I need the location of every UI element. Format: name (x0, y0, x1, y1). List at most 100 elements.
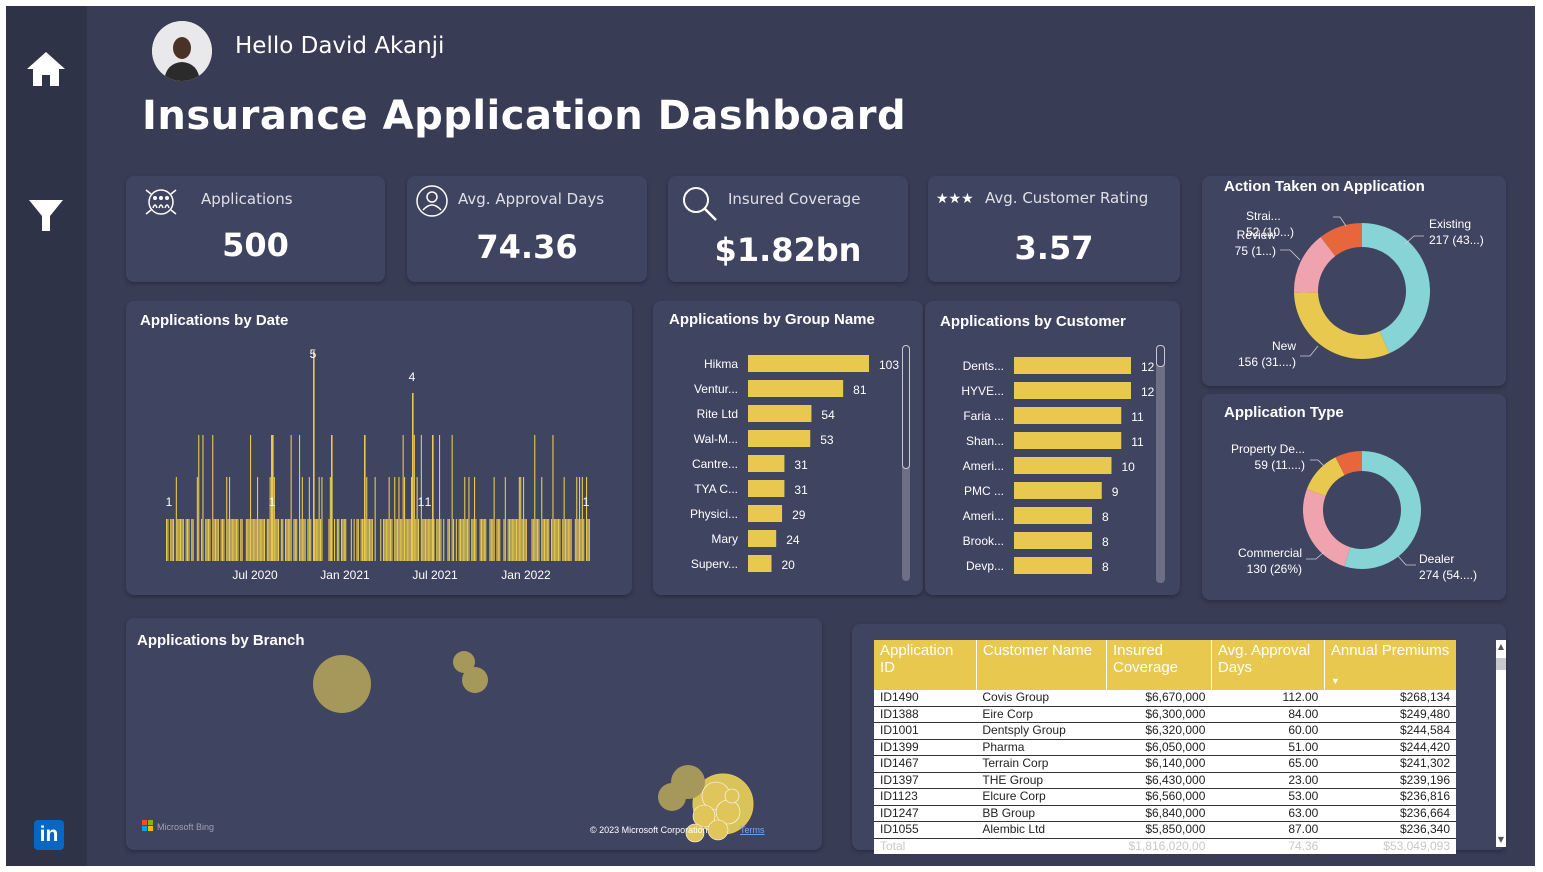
date-bar[interactable] (192, 519, 194, 561)
date-bar[interactable] (296, 519, 298, 561)
date-bar[interactable] (191, 519, 193, 561)
date-bar[interactable] (227, 519, 229, 561)
date-bar[interactable] (180, 519, 182, 561)
column-header[interactable]: Customer Name (976, 640, 1107, 690)
bar[interactable] (748, 430, 811, 447)
date-bar[interactable] (492, 519, 494, 561)
date-bar[interactable] (385, 519, 387, 561)
date-bar[interactable] (166, 519, 168, 561)
date-bar[interactable] (489, 519, 491, 561)
date-bar[interactable] (542, 519, 544, 561)
date-bar[interactable] (493, 477, 495, 561)
date-bar[interactable] (406, 519, 408, 561)
date-bar[interactable] (290, 435, 292, 561)
date-bar[interactable] (399, 519, 401, 561)
date-bar[interactable] (569, 519, 571, 561)
date-bar[interactable] (241, 519, 243, 561)
date-bar[interactable] (453, 519, 455, 561)
date-bar[interactable] (552, 435, 554, 561)
date-bar[interactable] (525, 519, 527, 561)
scrollbar-thumb[interactable] (1156, 345, 1165, 367)
date-bar[interactable] (384, 519, 386, 561)
date-bar[interactable] (425, 519, 427, 561)
date-bar[interactable] (259, 519, 261, 561)
date-bar[interactable] (544, 519, 546, 561)
date-bar[interactable] (229, 477, 231, 561)
date-bar[interactable] (503, 519, 505, 561)
date-bar[interactable] (280, 519, 282, 561)
scroll-up-icon[interactable]: ▲ (1496, 640, 1506, 654)
date-bar[interactable] (308, 477, 310, 561)
date-bar[interactable] (531, 519, 533, 561)
date-bar[interactable] (341, 519, 343, 561)
date-bar[interactable] (213, 519, 215, 561)
date-bar[interactable] (481, 519, 483, 561)
date-bar[interactable] (514, 519, 516, 561)
date-bar[interactable] (299, 435, 301, 561)
date-bar[interactable] (247, 519, 249, 561)
bar[interactable] (748, 505, 783, 522)
date-bar[interactable] (206, 519, 208, 561)
date-bar[interactable] (182, 519, 184, 561)
date-bar[interactable] (208, 519, 210, 561)
bar[interactable] (1014, 382, 1131, 399)
date-bar[interactable] (173, 519, 175, 561)
date-bar[interactable] (588, 519, 590, 561)
date-bar[interactable] (509, 519, 511, 561)
date-bar[interactable] (201, 519, 203, 561)
date-bar[interactable] (336, 519, 338, 561)
date-bar[interactable] (273, 477, 275, 561)
date-bar[interactable] (222, 519, 224, 561)
date-bar[interactable] (535, 519, 537, 561)
date-bar[interactable] (371, 519, 373, 561)
bar[interactable] (748, 480, 785, 497)
date-bar[interactable] (250, 435, 252, 561)
bar[interactable] (748, 380, 844, 397)
date-bar[interactable] (395, 519, 397, 561)
date-bar[interactable] (415, 519, 417, 561)
date-bar[interactable] (278, 519, 280, 561)
date-bar[interactable] (217, 519, 219, 561)
date-bar[interactable] (563, 477, 565, 561)
date-bar[interactable] (262, 519, 264, 561)
date-bar[interactable] (294, 519, 296, 561)
column-header[interactable]: Insured Coverage (1106, 640, 1212, 690)
bar[interactable] (1014, 407, 1122, 424)
donut-slice[interactable] (1362, 223, 1430, 354)
bar[interactable] (1014, 357, 1131, 374)
date-bar[interactable] (387, 519, 389, 561)
date-bar[interactable] (499, 519, 501, 561)
date-bar[interactable] (321, 477, 323, 561)
date-bar[interactable] (483, 519, 485, 561)
filter-icon[interactable] (24, 198, 68, 234)
date-bar[interactable] (285, 519, 287, 561)
date-bar[interactable] (462, 519, 464, 561)
date-bar[interactable] (513, 519, 515, 561)
date-bar[interactable] (185, 519, 187, 561)
date-bar[interactable] (248, 519, 250, 561)
map-terms-link[interactable]: Terms (740, 825, 765, 835)
date-bar[interactable] (226, 477, 228, 561)
date-bar[interactable] (402, 435, 404, 561)
date-bar[interactable] (287, 519, 289, 561)
table-row[interactable]: ID1388 Eire Corp $6,300,000 84.00 $249,480 (874, 706, 1456, 723)
date-bar[interactable] (576, 477, 578, 561)
date-bar[interactable] (570, 519, 572, 561)
date-bar[interactable] (413, 435, 415, 561)
date-bar[interactable] (304, 519, 306, 561)
branch-bubble-map[interactable]: Microsoft Bing © 2023 Microsoft Corporat… (126, 618, 822, 850)
date-bar[interactable] (397, 519, 399, 561)
date-bar[interactable] (391, 519, 393, 561)
date-bar[interactable] (565, 519, 567, 561)
date-bar[interactable] (383, 519, 385, 561)
date-bar[interactable] (388, 477, 390, 561)
date-bar[interactable] (205, 519, 207, 561)
date-bar[interactable] (343, 519, 345, 561)
group-name-bar-chart[interactable]: Hikma 103 Ventur... 81 Rite Ltd 54 Wal-M... 53 C… (653, 301, 923, 595)
date-bar[interactable] (418, 519, 420, 561)
date-bar[interactable] (357, 519, 359, 561)
date-bar[interactable] (523, 477, 525, 561)
date-bar[interactable] (196, 477, 198, 561)
date-bar[interactable] (404, 477, 406, 561)
date-bar[interactable] (353, 519, 355, 561)
